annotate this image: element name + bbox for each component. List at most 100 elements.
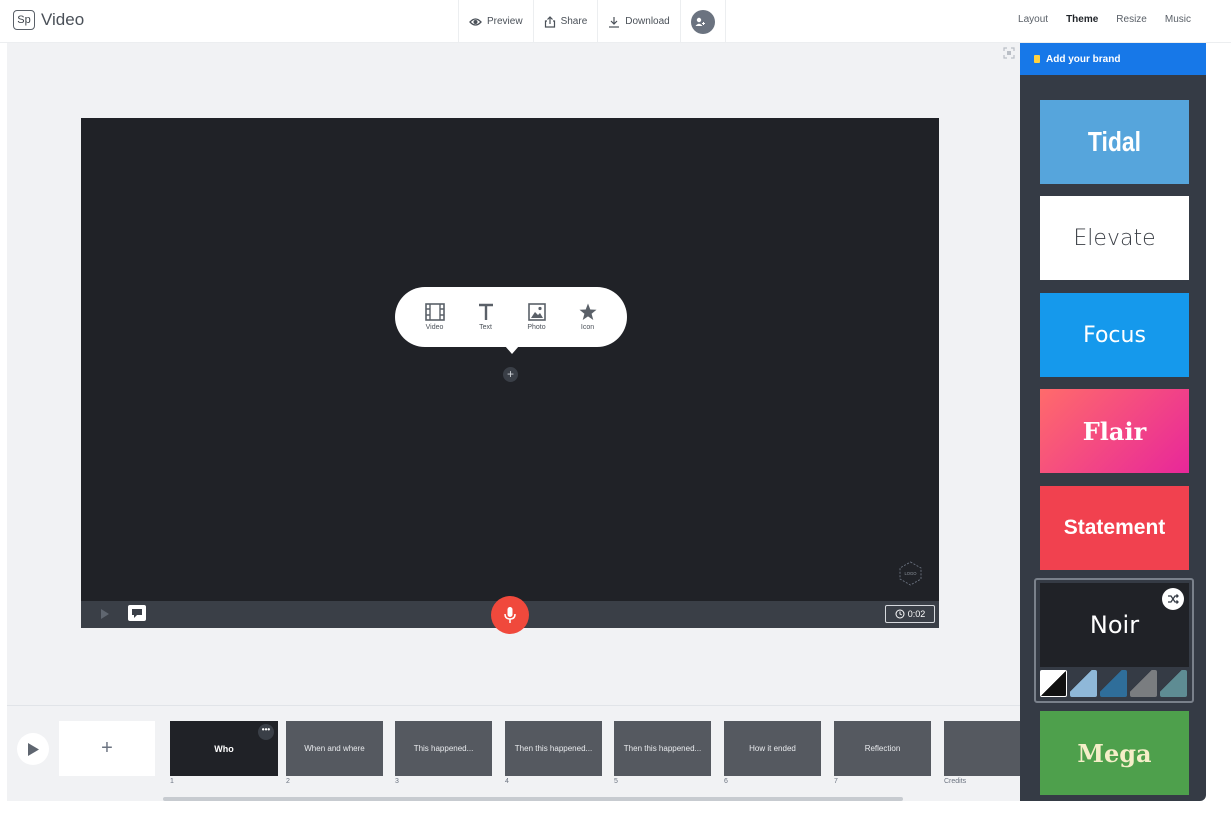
add-content-menu: Video Text Photo Icon <box>395 287 627 347</box>
tab-layout[interactable]: Layout <box>1018 14 1048 25</box>
app-title: Video <box>41 10 85 29</box>
slide-label: Who <box>214 743 234 754</box>
tab-music[interactable]: Music <box>1165 14 1191 25</box>
add-brand-label: Add your brand <box>1046 53 1121 65</box>
slide-strip: + Who ••• When and where This happened..… <box>7 705 1020 801</box>
theme-card-statement[interactable]: Statement <box>1040 486 1189 570</box>
more-options-icon[interactable]: ••• <box>258 724 274 740</box>
theme-name: Elevate <box>1073 225 1156 251</box>
download-label: Download <box>625 16 670 27</box>
theme-card-elevate[interactable]: Elevate <box>1040 196 1189 280</box>
swatch-bw[interactable] <box>1040 670 1067 697</box>
add-photo-item[interactable]: Photo <box>513 303 561 331</box>
play-icon <box>28 742 39 756</box>
panel-tabs: Layout Theme Resize Music <box>1018 14 1191 25</box>
share-icon <box>544 15 555 28</box>
slide-label: When and where <box>304 744 365 753</box>
slide-label: This happened... <box>413 744 474 753</box>
duration-value: 0:02 <box>907 609 926 619</box>
theme-card-flair[interactable]: Flair <box>1040 389 1189 473</box>
add-photo-label: Photo <box>527 324 546 331</box>
slide-thumbnail[interactable]: This happened... <box>395 721 492 776</box>
play-all-button[interactable] <box>17 733 49 765</box>
share-label: Share <box>560 16 588 27</box>
text-icon <box>478 303 493 320</box>
app-logo[interactable]: Sp Video <box>13 10 84 30</box>
add-video-item[interactable]: Video <box>411 303 459 331</box>
film-icon <box>424 303 445 321</box>
shuffle-colors-button[interactable] <box>1162 588 1184 610</box>
theme-name: Noir <box>1089 611 1140 639</box>
add-brand-button[interactable]: Add your brand <box>1020 43 1206 75</box>
slide-thumbnail[interactable]: Then this happened... <box>505 721 602 776</box>
slide-thumbnail[interactable]: How it ended <box>724 721 821 776</box>
record-voice-button[interactable] <box>491 596 529 634</box>
logo-badge: Sp <box>13 10 35 30</box>
swatch-light-blue[interactable] <box>1070 670 1097 697</box>
slide-label: Reflection <box>864 744 901 753</box>
slide-thumbnail[interactable]: Reflection <box>834 721 931 776</box>
slide-thumbnail[interactable]: Then this happened... <box>614 721 711 776</box>
tab-resize[interactable]: Resize <box>1116 14 1147 25</box>
logo-placeholder[interactable]: LOGO <box>898 561 923 586</box>
toolbar: Preview Share Download <box>458 0 726 43</box>
theme-name: Flair <box>1082 416 1147 446</box>
add-slide-button[interactable]: + <box>59 721 155 776</box>
preview-button[interactable]: Preview <box>458 0 533 43</box>
slide-number: 6 <box>724 778 728 785</box>
swatch-gray[interactable] <box>1130 670 1157 697</box>
add-icon-item[interactable]: Icon <box>564 303 612 331</box>
theme-name: Mega <box>1077 738 1152 768</box>
duration-timer[interactable]: 0:02 <box>885 605 935 623</box>
swatch-blue[interactable] <box>1100 670 1127 697</box>
theme-card-focus[interactable]: Focus <box>1040 293 1189 377</box>
eye-icon <box>469 17 482 26</box>
slide-label: How it ended <box>749 744 796 753</box>
shuffle-icon <box>1168 594 1179 604</box>
slide-number: 2 <box>286 778 290 785</box>
theme-card-tidal[interactable]: Tidal <box>1040 100 1189 184</box>
slide-number: 1 <box>170 778 174 785</box>
share-button[interactable]: Share <box>532 0 598 43</box>
fit-screen-icon[interactable] <box>1003 47 1015 59</box>
slide-thumbnail[interactable] <box>944 721 1020 776</box>
tab-theme[interactable]: Theme <box>1066 14 1098 25</box>
add-video-label: Video <box>425 324 444 331</box>
preview-label: Preview <box>487 16 523 27</box>
brand-icon <box>1034 55 1040 63</box>
photo-icon <box>527 303 546 321</box>
swatch-teal[interactable] <box>1160 670 1187 697</box>
download-icon <box>609 16 620 28</box>
add-content-button[interactable]: + <box>503 367 518 382</box>
slide-number: 5 <box>614 778 618 785</box>
theme-panel: Add your brand Tidal Elevate Focus Flair… <box>1020 43 1206 801</box>
star-icon <box>579 303 596 320</box>
slide-number: 7 <box>834 778 838 785</box>
microphone-icon <box>504 607 516 623</box>
slide-label: Then this happened... <box>623 744 702 753</box>
slide-number: 4 <box>505 778 509 785</box>
slide-number: Credits <box>944 778 967 785</box>
slide-label: Then this happened... <box>514 744 593 753</box>
theme-name: Tidal <box>1087 126 1142 157</box>
add-icon-label: Icon <box>580 324 595 331</box>
comment-icon <box>132 609 142 618</box>
play-icon[interactable] <box>100 609 110 619</box>
app: Sp Video Preview Share Download Layout T… <box>0 0 1231 813</box>
slide-thumbnail[interactable]: When and where <box>286 721 383 776</box>
logo-placeholder-text: LOGO <box>904 571 917 576</box>
color-swatches <box>1040 670 1187 697</box>
theme-name: Focus <box>1083 322 1146 348</box>
caption-button[interactable] <box>128 605 146 621</box>
add-text-item[interactable]: Text <box>462 303 510 331</box>
top-bar: Sp Video Preview Share Download Layout T… <box>0 0 1231 43</box>
clock-icon <box>895 609 905 619</box>
slide-thumbnail[interactable]: Who ••• <box>170 721 278 776</box>
strip-scrollbar[interactable] <box>163 797 903 801</box>
slide-number: 3 <box>395 778 399 785</box>
download-button[interactable]: Download <box>597 0 679 43</box>
collaborator-button[interactable] <box>679 0 726 43</box>
add-text-label: Text <box>479 324 492 331</box>
add-menu-pointer <box>505 346 519 354</box>
theme-card-mega[interactable]: Mega <box>1040 711 1189 795</box>
